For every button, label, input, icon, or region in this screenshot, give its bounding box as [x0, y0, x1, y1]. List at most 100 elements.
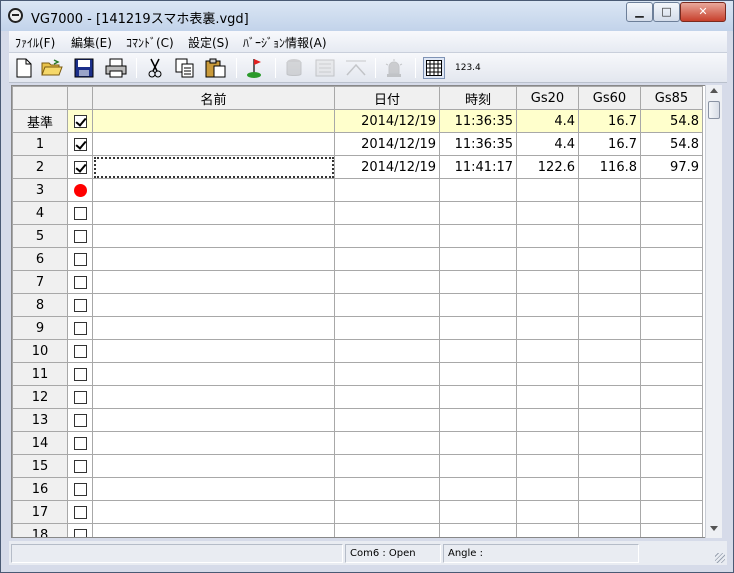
gs85-cell[interactable]	[640, 293, 703, 317]
name-cell[interactable]	[92, 224, 335, 248]
row-checkbox[interactable]	[73, 368, 87, 381]
time-cell[interactable]: 11:36:35	[439, 132, 517, 156]
column-header-gs60[interactable]: Gs60	[578, 86, 641, 110]
maximize-button[interactable]: □	[653, 2, 680, 22]
name-cell[interactable]	[92, 178, 335, 202]
date-cell[interactable]: 2014/12/19	[334, 155, 440, 179]
row-header[interactable]: 10	[12, 339, 68, 363]
gs60-cell[interactable]: 16.7	[578, 109, 641, 133]
table-row[interactable]: 1 2014/12/19 11:36:35 4.4 16.7 54.8	[12, 132, 703, 156]
app-icon[interactable]	[8, 8, 23, 23]
name-cell[interactable]	[92, 477, 335, 501]
gs20-cell[interactable]	[516, 362, 579, 386]
date-cell[interactable]	[334, 201, 440, 225]
time-cell[interactable]	[439, 270, 517, 294]
calculator-icon[interactable]	[314, 57, 336, 79]
row-header[interactable]: 2	[12, 155, 68, 179]
gs85-cell[interactable]	[640, 408, 703, 432]
row-header[interactable]: 基準	[12, 109, 68, 133]
check-column-header[interactable]	[67, 86, 93, 110]
gs20-cell[interactable]	[516, 523, 579, 537]
new-file-icon[interactable]	[13, 57, 35, 79]
column-header-gs85[interactable]: Gs85	[640, 86, 703, 110]
gs85-cell[interactable]: 54.8	[640, 109, 703, 133]
name-cell[interactable]	[92, 339, 335, 363]
row-mark-cell[interactable]	[67, 293, 93, 317]
date-cell[interactable]	[334, 523, 440, 537]
gs60-cell[interactable]	[578, 316, 641, 340]
row-header[interactable]: 7	[12, 270, 68, 294]
table-row[interactable]: 9	[12, 316, 703, 340]
time-cell[interactable]	[439, 178, 517, 202]
date-cell[interactable]	[334, 339, 440, 363]
name-cell[interactable]	[92, 431, 335, 455]
table-row[interactable]: 8	[12, 293, 703, 317]
gs60-cell[interactable]	[578, 408, 641, 432]
gs60-cell[interactable]	[578, 270, 641, 294]
time-cell[interactable]	[439, 339, 517, 363]
gs60-cell[interactable]	[578, 201, 641, 225]
row-checkbox[interactable]	[73, 391, 87, 404]
paste-icon[interactable]	[205, 57, 227, 79]
scroll-down-icon[interactable]	[710, 526, 718, 531]
date-cell[interactable]	[334, 293, 440, 317]
row-checkbox[interactable]	[73, 253, 87, 266]
row-mark-cell[interactable]	[67, 155, 93, 179]
row-checkbox[interactable]	[73, 322, 87, 335]
table-row[interactable]: 7	[12, 270, 703, 294]
row-checkbox[interactable]	[73, 529, 87, 537]
row-header[interactable]: 9	[12, 316, 68, 340]
column-header-time[interactable]: 時刻	[439, 86, 517, 110]
print-icon[interactable]	[105, 57, 127, 79]
row-header[interactable]: 12	[12, 385, 68, 409]
name-cell[interactable]	[92, 201, 335, 225]
name-cell[interactable]	[92, 500, 335, 524]
name-cell[interactable]	[92, 362, 335, 386]
date-cell[interactable]	[334, 362, 440, 386]
row-mark-cell[interactable]	[67, 500, 93, 524]
gs60-cell[interactable]	[578, 454, 641, 478]
date-cell[interactable]	[334, 385, 440, 409]
date-cell[interactable]	[334, 431, 440, 455]
gs20-cell[interactable]: 4.4	[516, 109, 579, 133]
row-checkbox[interactable]	[73, 207, 87, 220]
time-cell[interactable]	[439, 408, 517, 432]
table-row[interactable]: 2 2014/12/19 11:41:17 122.6 116.8 97.9	[12, 155, 703, 179]
close-button[interactable]: ✕	[680, 2, 726, 22]
row-mark-cell[interactable]	[67, 132, 93, 156]
gs20-cell[interactable]	[516, 339, 579, 363]
gs85-cell[interactable]: 97.9	[640, 155, 703, 179]
gs85-cell[interactable]	[640, 523, 703, 537]
name-cell[interactable]	[92, 454, 335, 478]
table-view-icon[interactable]	[423, 57, 445, 79]
column-header-date[interactable]: 日付	[334, 86, 440, 110]
date-cell[interactable]	[334, 270, 440, 294]
row-mark-cell[interactable]	[67, 454, 93, 478]
time-cell[interactable]	[439, 500, 517, 524]
gs20-cell[interactable]	[516, 224, 579, 248]
row-checkbox[interactable]	[73, 506, 87, 519]
row-mark-cell[interactable]	[67, 201, 93, 225]
row-checkbox[interactable]	[73, 138, 87, 151]
time-cell[interactable]	[439, 454, 517, 478]
time-cell[interactable]	[439, 316, 517, 340]
name-cell[interactable]	[92, 270, 335, 294]
menu-file[interactable]: ﾌｧｲﾙ(F)	[15, 34, 55, 51]
gs85-cell[interactable]	[640, 270, 703, 294]
time-cell[interactable]	[439, 293, 517, 317]
row-mark-cell[interactable]	[67, 178, 93, 202]
gs20-cell[interactable]	[516, 431, 579, 455]
gs20-cell[interactable]	[516, 316, 579, 340]
time-cell[interactable]	[439, 523, 517, 537]
date-cell[interactable]	[334, 477, 440, 501]
row-mark-cell[interactable]	[67, 316, 93, 340]
gs85-cell[interactable]	[640, 454, 703, 478]
time-cell[interactable]	[439, 385, 517, 409]
title-bar[interactable]: VG7000 - [141219スマホ表裏.vgd] ▁ □ ✕	[1, 1, 733, 31]
name-cell[interactable]	[92, 132, 335, 156]
gs60-cell[interactable]	[578, 247, 641, 271]
table-row[interactable]: 6	[12, 247, 703, 271]
gs20-cell[interactable]: 4.4	[516, 132, 579, 156]
row-mark-cell[interactable]	[67, 224, 93, 248]
alarm-icon[interactable]	[383, 57, 405, 79]
